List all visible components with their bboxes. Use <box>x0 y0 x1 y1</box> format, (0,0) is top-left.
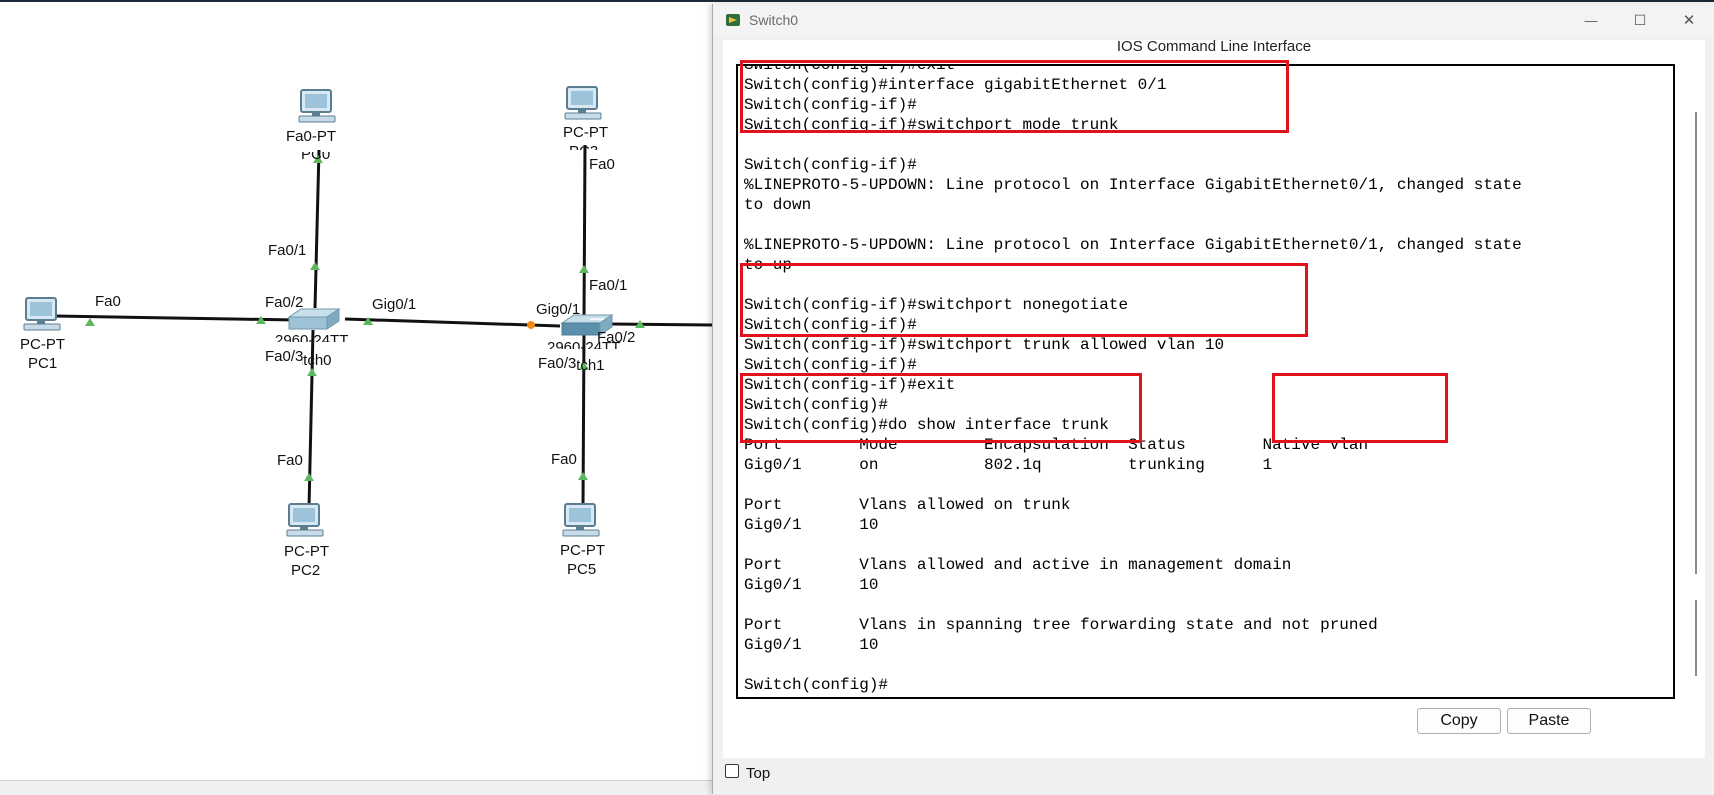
pc1-computer-icon[interactable] <box>22 296 66 336</box>
highlight-box-show-trunk <box>740 373 1142 443</box>
pc2-name-label: PC2 <box>291 562 321 579</box>
cli-heading: IOS Command Line Interface <box>1116 40 1312 55</box>
minimize-button[interactable]: — <box>1568 4 1614 36</box>
paste-button[interactable]: Paste <box>1507 708 1591 734</box>
pc5-name-label: PC5 <box>567 561 597 578</box>
link-switch1-right <box>611 322 712 327</box>
pc5-port-label: Fa0 <box>551 451 577 468</box>
pc3-computer-icon[interactable] <box>563 85 607 125</box>
link-up-indicator <box>85 318 95 326</box>
window-title: Switch0 <box>749 12 799 28</box>
switch0-gig-label: Gig0/1 <box>372 296 417 313</box>
pc1-name-label: PC1 <box>28 355 58 372</box>
link-pc0-switch0 <box>313 149 321 309</box>
switch1-gig-label: Gig0/1 <box>536 301 581 318</box>
highlight-box-trunk-mode <box>740 60 1289 133</box>
link-up-indicator <box>579 265 589 273</box>
canvas-bottom-scrollbar[interactable] <box>0 780 712 795</box>
cli-scrollbar[interactable] <box>1695 112 1697 574</box>
maximize-icon: ☐ <box>1633 11 1647 28</box>
cli-tab-content: IOS Command Line Interface Switch(config… <box>723 40 1705 758</box>
minimize-icon: — <box>1584 12 1598 28</box>
link-up-indicator <box>310 262 320 270</box>
close-icon: ✕ <box>1682 12 1696 29</box>
maximize-button[interactable]: ☐ <box>1617 4 1663 36</box>
pc0-port-label: Fa0-PT <box>286 128 337 145</box>
cli-scrollbar-thumb[interactable] <box>1695 600 1697 676</box>
pc1-type-label: PC-PT <box>20 336 65 353</box>
switch0-fa02-label: Fa0/2 <box>265 294 304 311</box>
close-button[interactable]: ✕ <box>1666 4 1712 36</box>
pc2-port-label: Fa0 <box>277 452 303 469</box>
link-pc3-switch1 <box>582 144 587 321</box>
pc2-computer-icon[interactable] <box>285 502 329 542</box>
pc3-port-label: Fa0 <box>589 156 615 173</box>
top-checkbox[interactable] <box>725 764 739 778</box>
highlight-box-nonegotiate <box>740 263 1308 337</box>
window-titlebar[interactable]: Switch0 — ☐ ✕ <box>713 4 1714 36</box>
switch1-fa03-label: Fa0/3 <box>538 355 577 372</box>
link-up-indicator <box>578 472 588 480</box>
switch0-fa03-label: Fa0/3 <box>265 348 304 365</box>
packet-tracer-app-icon <box>726 14 740 26</box>
link-up-indicator <box>304 473 314 481</box>
pc0-link-label: Fa0/1 <box>268 242 307 259</box>
top-checkbox-label[interactable]: Top <box>746 765 770 782</box>
copy-button[interactable]: Copy <box>1417 708 1501 734</box>
switch0-window: Switch0 — ☐ ✕ IOS Command Line Interface… <box>712 4 1714 794</box>
pc1-port-label: Fa0 <box>95 293 121 310</box>
topology-canvas[interactable]: Fa0-PT PC0 Fa0/1 PC-PT PC3 Fa0 Fa0/1 Fa0… <box>0 0 712 780</box>
pc5-type-label: PC-PT <box>560 542 605 559</box>
pc3-type-label: PC-PT <box>563 124 608 141</box>
link-blocking-indicator <box>527 321 535 329</box>
pc0-computer-icon[interactable] <box>297 88 341 128</box>
pc3-link-label: Fa0/1 <box>589 277 628 294</box>
highlight-box-native-vlan <box>1272 373 1448 443</box>
pc5-computer-icon[interactable] <box>561 502 605 542</box>
link-up-indicator <box>307 368 317 376</box>
pc2-type-label: PC-PT <box>284 543 329 560</box>
